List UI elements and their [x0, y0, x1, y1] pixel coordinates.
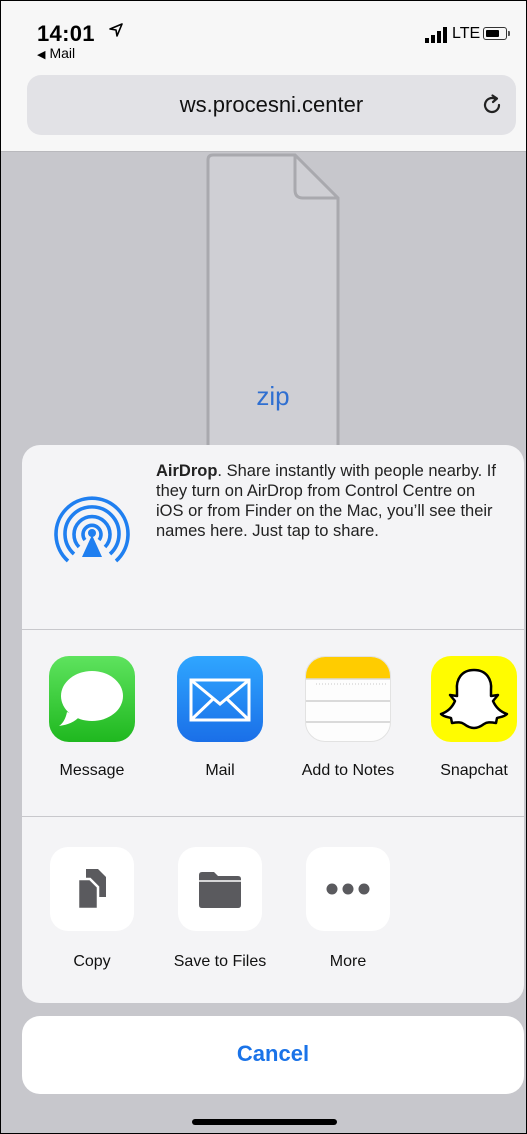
app-label: Snapchat [440, 762, 508, 779]
airdrop-description: AirDrop. Share instantly with people nea… [156, 461, 506, 541]
phone-screen: 14:01 ◀ Mail LTE ws.procesni.center zip … [0, 0, 527, 1134]
folder-icon [178, 847, 262, 931]
share-apps-row: Message Mail Add to Notes Snapchat [22, 630, 524, 817]
airdrop-title: AirDrop [156, 462, 218, 480]
battery-icon [483, 27, 507, 40]
share-app-snapchat[interactable]: Snapchat [414, 656, 524, 780]
network-type: LTE [452, 25, 481, 42]
app-label: Add to Notes [301, 762, 395, 779]
address-bar[interactable]: ws.procesni.center [27, 75, 516, 135]
message-icon [49, 656, 135, 742]
copy-icon [50, 847, 134, 931]
back-to-app-link[interactable]: ◀ Mail [37, 45, 75, 61]
airdrop-section[interactable]: AirDrop. Share instantly with people nea… [22, 445, 524, 630]
snapchat-icon [431, 656, 517, 742]
action-label: Save to Files [173, 953, 267, 970]
copy-action[interactable]: Copy [32, 847, 152, 971]
url-text: ws.procesni.center [179, 92, 364, 117]
action-label: More [329, 953, 367, 970]
app-label: Mail [205, 762, 235, 779]
more-action[interactable]: More [288, 847, 408, 971]
cellular-signal-icon [425, 27, 447, 43]
file-type-label: zip [256, 381, 290, 411]
battery-tip [508, 31, 510, 36]
notes-icon [305, 656, 391, 742]
share-sheet: AirDrop. Share instantly with people nea… [22, 445, 524, 1003]
more-icon [306, 847, 390, 931]
cancel-label: Cancel [236, 1041, 310, 1066]
share-app-notes[interactable]: Add to Notes [288, 656, 408, 780]
browser-toolbar: ws.procesni.center [1, 65, 526, 152]
back-triangle-icon: ◀ [37, 49, 46, 61]
share-app-message[interactable]: Message [32, 656, 152, 780]
share-actions-row: Copy Save to Files More [22, 817, 524, 1003]
save-to-files-action[interactable]: Save to Files [160, 847, 280, 971]
home-indicator[interactable] [192, 1119, 337, 1125]
back-app-label: Mail [49, 45, 76, 61]
action-label: Copy [73, 953, 111, 970]
share-app-mail[interactable]: Mail [160, 656, 280, 780]
cancel-button[interactable]: Cancel [22, 1016, 524, 1094]
airdrop-icon [54, 496, 130, 563]
app-label: Message [59, 762, 125, 779]
mail-icon [177, 656, 263, 742]
status-bar: 14:01 ◀ Mail LTE [1, 1, 526, 65]
location-arrow-icon [109, 23, 123, 37]
status-time: 14:01 [37, 21, 95, 46]
reload-icon[interactable] [480, 93, 504, 117]
